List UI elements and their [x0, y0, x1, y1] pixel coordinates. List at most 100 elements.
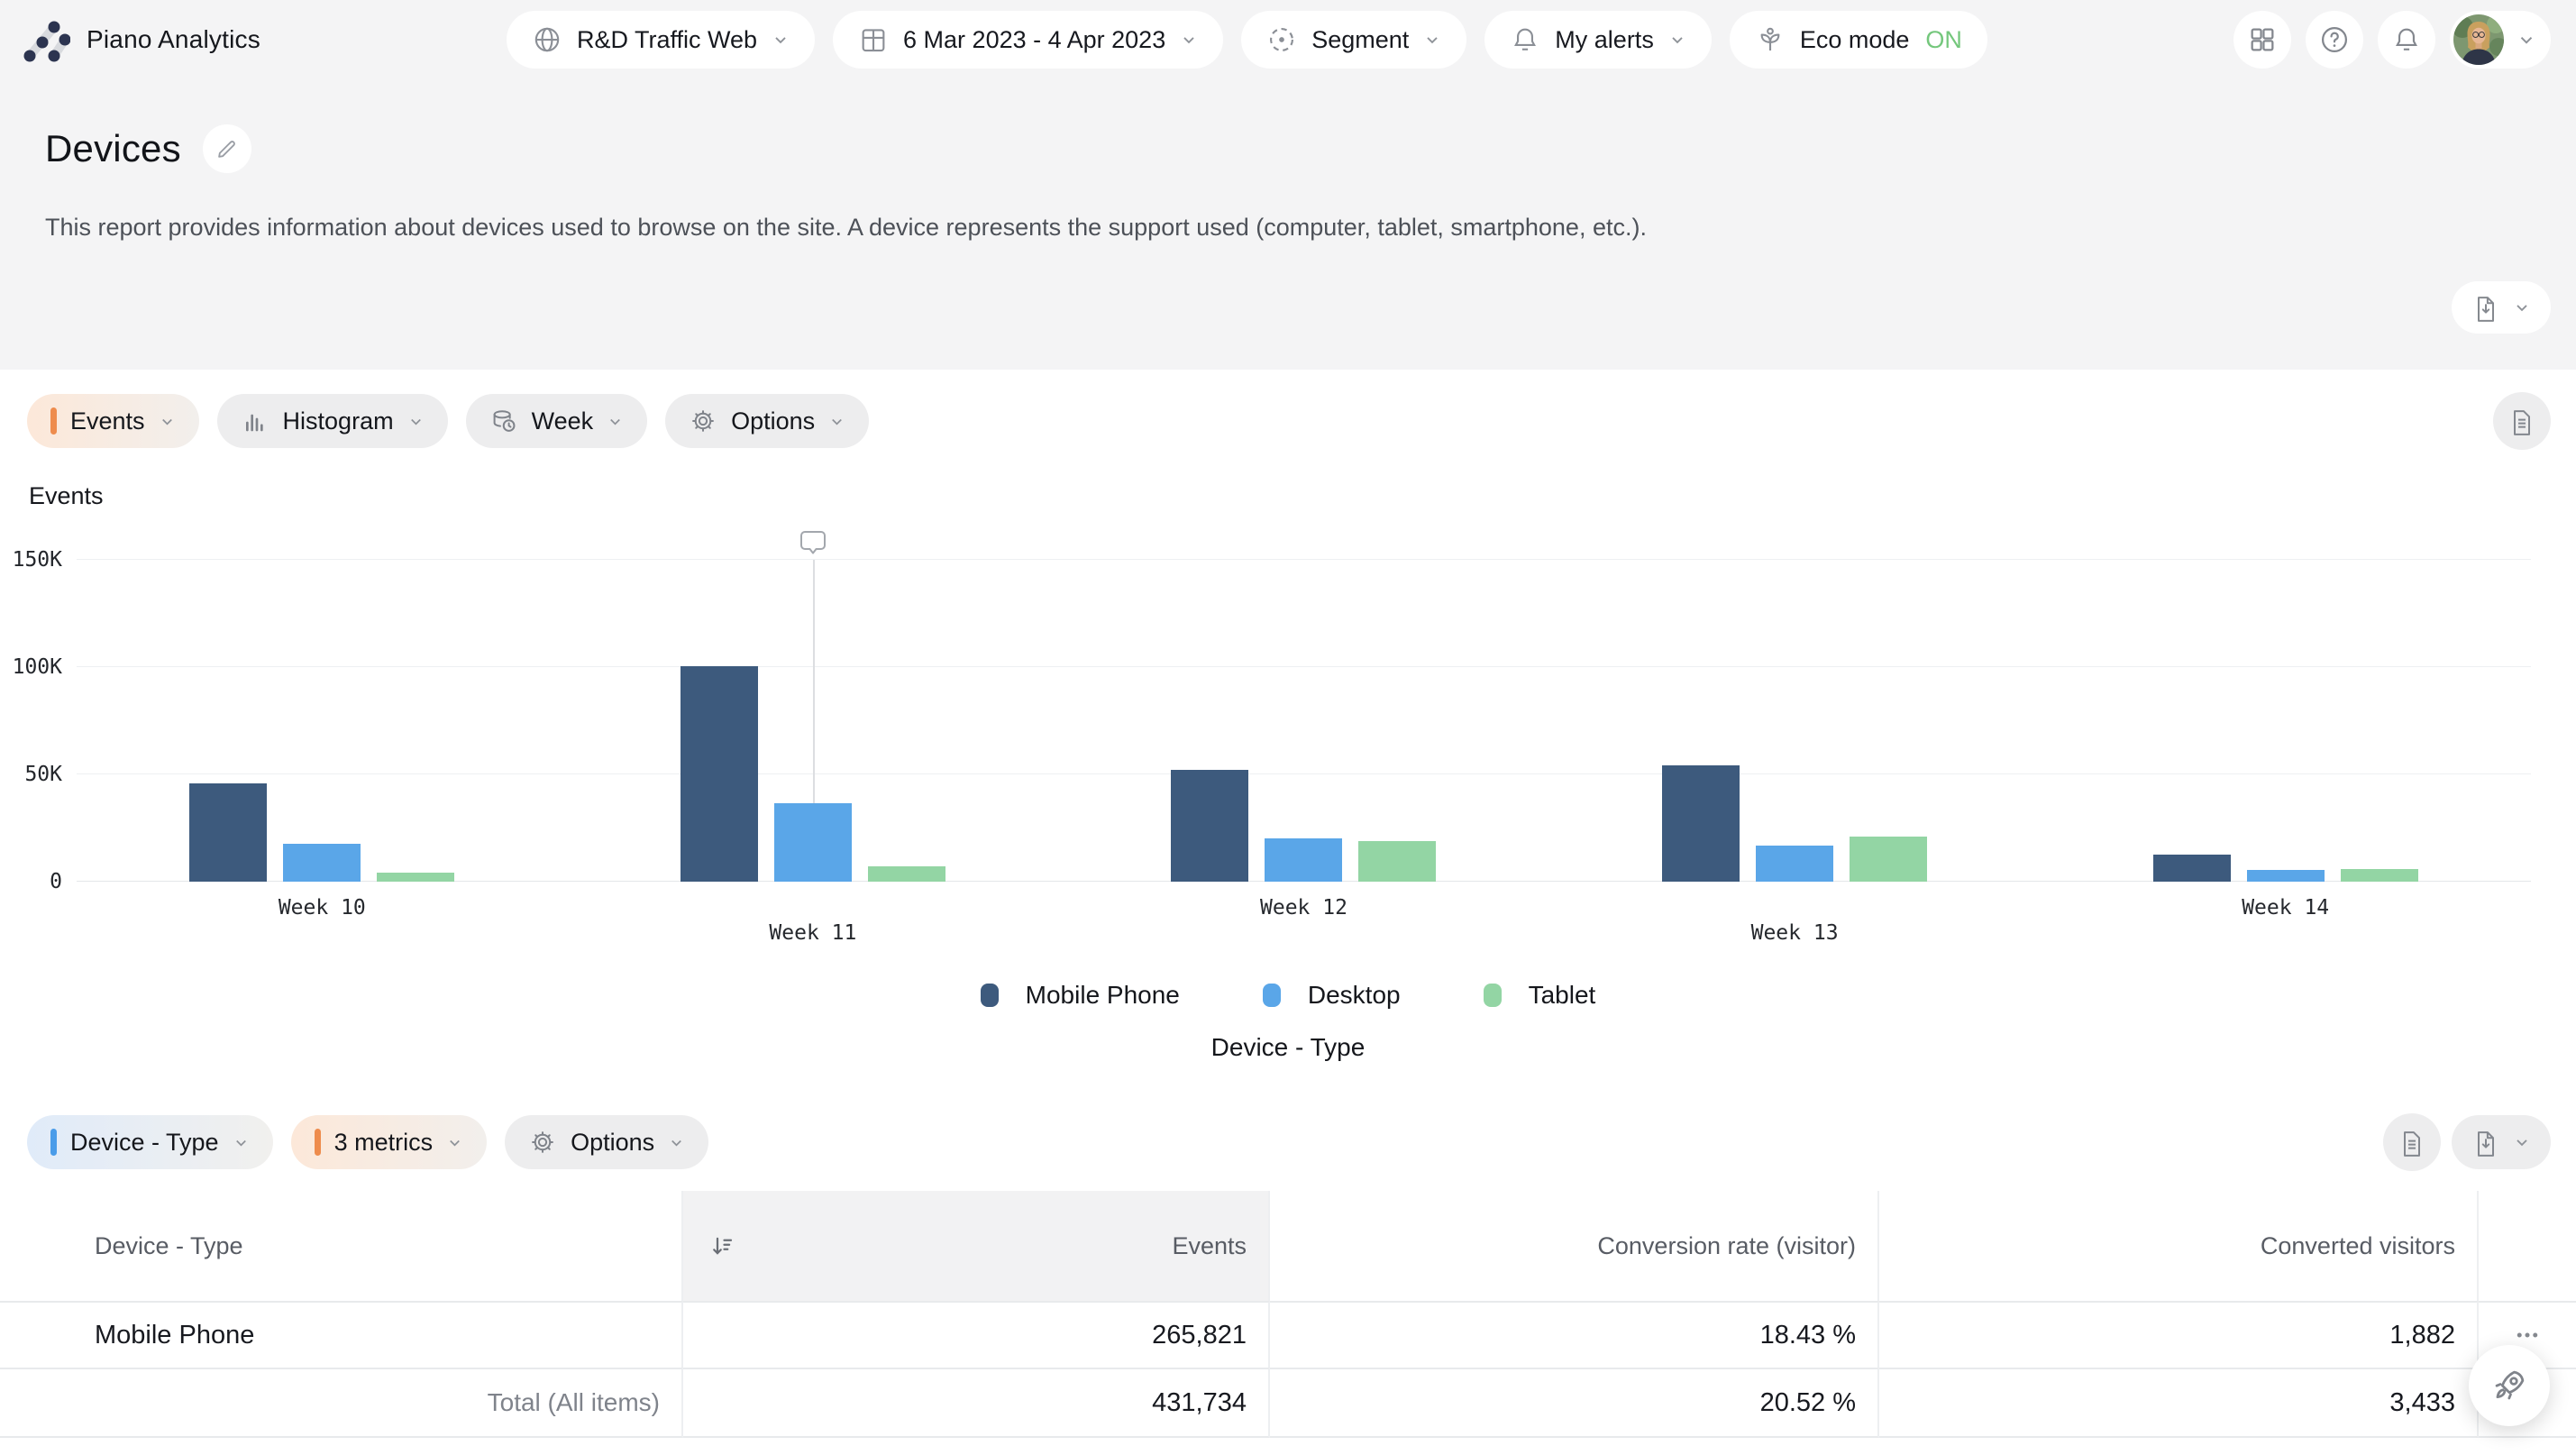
bars: [1549, 560, 2041, 882]
bar-tablet-week-13[interactable]: [1850, 837, 1927, 882]
gear-icon: [528, 1128, 557, 1157]
chart-legend: Mobile Phone Desktop Tablet: [0, 977, 2576, 1013]
x-axis-tick: Week 14: [2040, 896, 2531, 920]
legend-item-desktop[interactable]: Desktop: [1263, 981, 1401, 1010]
rocket-fab-button[interactable]: [2469, 1345, 2550, 1426]
chart-options[interactable]: Options: [665, 394, 869, 448]
legend-item-mobile-phone[interactable]: Mobile Phone: [981, 981, 1180, 1010]
segment-label: Segment: [1311, 26, 1409, 54]
notifications-button[interactable]: [2378, 11, 2435, 69]
table-card: Device - Type 3 metrics: [0, 1113, 2576, 1438]
table-total-events: 431,734: [683, 1368, 1270, 1438]
column-header-converted-visitors[interactable]: Converted visitors: [1879, 1191, 2479, 1301]
bar-mobile-phone-week-14[interactable]: [2153, 855, 2231, 882]
chart-type-selector[interactable]: Histogram: [217, 394, 448, 448]
chevron-down-icon: [159, 413, 176, 430]
bell-icon: [2391, 24, 2422, 55]
bar-group-week-13: Week 13: [1549, 560, 2041, 882]
site-selector[interactable]: R&D Traffic Web: [507, 11, 815, 69]
piano-analytics-logo-icon[interactable]: [22, 15, 70, 64]
table-export-button[interactable]: [2452, 1115, 2551, 1169]
table-options[interactable]: Options: [505, 1115, 708, 1169]
table-row-converted-visitors: 1,882: [1879, 1301, 2479, 1368]
chevron-down-icon: [446, 1134, 463, 1151]
metrics-selector[interactable]: 3 metrics: [291, 1115, 488, 1169]
chart-card: Events Histogram: [0, 370, 2576, 1062]
bar-group-week-12: Week 12: [1058, 560, 1549, 882]
brand: Piano Analytics: [22, 15, 260, 64]
bar-desktop-week-10[interactable]: [283, 844, 361, 882]
chart-plot: 050K100K150KWeek 10 Week 11Week 12Week 1…: [77, 560, 2531, 882]
date-range-picker[interactable]: 6 Mar 2023 - 4 Apr 2023: [833, 11, 1223, 69]
column-header-conversion-rate[interactable]: Conversion rate (visitor): [1270, 1191, 1879, 1301]
chevron-down-icon: [1180, 31, 1198, 49]
bar-tablet-week-12[interactable]: [1358, 841, 1436, 882]
brand-name: Piano Analytics: [87, 25, 260, 54]
bar-desktop-week-14[interactable]: [2247, 870, 2325, 882]
legend-label: Tablet: [1529, 981, 1596, 1010]
granularity-selector[interactable]: Week: [466, 394, 648, 448]
x-axis-tick: Week 10: [77, 896, 568, 920]
chart-notes-button[interactable]: [2493, 392, 2551, 450]
table-notes-button[interactable]: [2383, 1113, 2441, 1171]
help-button[interactable]: [2306, 11, 2363, 69]
edit-title-button[interactable]: [203, 124, 251, 173]
eco-mode-toggle[interactable]: Eco mode ON: [1730, 11, 1987, 69]
rocket-icon: [2489, 1366, 2529, 1405]
bar-desktop-week-13[interactable]: [1756, 846, 1833, 882]
bars: [77, 560, 568, 882]
bar-tablet-week-10[interactable]: [377, 873, 454, 882]
legend-swatch: [1484, 984, 1502, 1007]
download-file-icon: [2471, 293, 2500, 322]
my-alerts[interactable]: My alerts: [1484, 11, 1712, 69]
chart-x-axis-title: Device - Type: [0, 1033, 2576, 1062]
database-clock-icon: [489, 407, 518, 435]
table-controls: Device - Type 3 metrics: [0, 1113, 2576, 1171]
pencil-icon: [215, 136, 240, 161]
chevron-down-icon: [2513, 298, 2531, 316]
y-axis-tick: 150K: [13, 548, 62, 572]
y-axis-tick: 0: [50, 870, 62, 893]
y-axis-tick: 100K: [13, 655, 62, 679]
chart-controls: Events Histogram: [0, 392, 2576, 450]
bar-mobile-phone-week-13[interactable]: [1662, 765, 1740, 882]
dimension-accent-bar-icon: [50, 1129, 57, 1156]
metric-selector[interactable]: Events: [27, 394, 199, 448]
ellipsis-icon: [2514, 1322, 2541, 1349]
account-menu[interactable]: [2450, 11, 2551, 69]
chevron-down-icon: [668, 1134, 685, 1151]
column-header-device-type[interactable]: Device - Type: [0, 1191, 683, 1301]
bar-tablet-week-14[interactable]: [2341, 869, 2418, 882]
row-menu-button[interactable]: [2514, 1322, 2541, 1349]
legend-swatch: [981, 984, 999, 1007]
bell-icon: [1510, 24, 1540, 55]
segment-selector[interactable]: Segment: [1241, 11, 1466, 69]
bar-mobile-phone-week-10[interactable]: [189, 783, 267, 882]
chevron-down-icon: [233, 1134, 250, 1151]
piano-analytics-app: Piano Analytics R&D Traffic Web: [0, 0, 2576, 1455]
apps-grid-button[interactable]: [2233, 11, 2291, 69]
export-button[interactable]: [2452, 281, 2551, 334]
bars: [2040, 560, 2531, 882]
x-axis-tick: Week 12: [1058, 896, 1549, 920]
chevron-down-icon: [772, 31, 790, 49]
topbar-actions: [2233, 11, 2551, 69]
chevron-down-icon: [1668, 31, 1686, 49]
sort-descending-icon[interactable]: [708, 1232, 735, 1259]
chevron-down-icon: [828, 413, 845, 430]
legend-item-tablet[interactable]: Tablet: [1484, 981, 1596, 1010]
bar-desktop-week-11[interactable]: [774, 803, 852, 882]
metric-accent-bar-icon: [50, 407, 57, 435]
segment-target-icon: [1266, 24, 1297, 55]
chart-options-label: Options: [731, 407, 815, 435]
dimension-selector[interactable]: Device - Type: [27, 1115, 273, 1169]
comment-bubble-icon[interactable]: [798, 527, 828, 558]
bar-mobile-phone-week-12[interactable]: [1171, 770, 1248, 882]
column-header-events-sorted[interactable]: Events: [683, 1191, 1270, 1301]
dimension-selector-label: Device - Type: [70, 1129, 219, 1157]
site-selector-label: R&D Traffic Web: [577, 26, 757, 54]
table-row-device[interactable]: Mobile Phone: [0, 1301, 683, 1368]
bar-desktop-week-12[interactable]: [1265, 838, 1342, 882]
bar-mobile-phone-week-11[interactable]: [681, 666, 758, 882]
bar-tablet-week-11[interactable]: [868, 866, 945, 882]
